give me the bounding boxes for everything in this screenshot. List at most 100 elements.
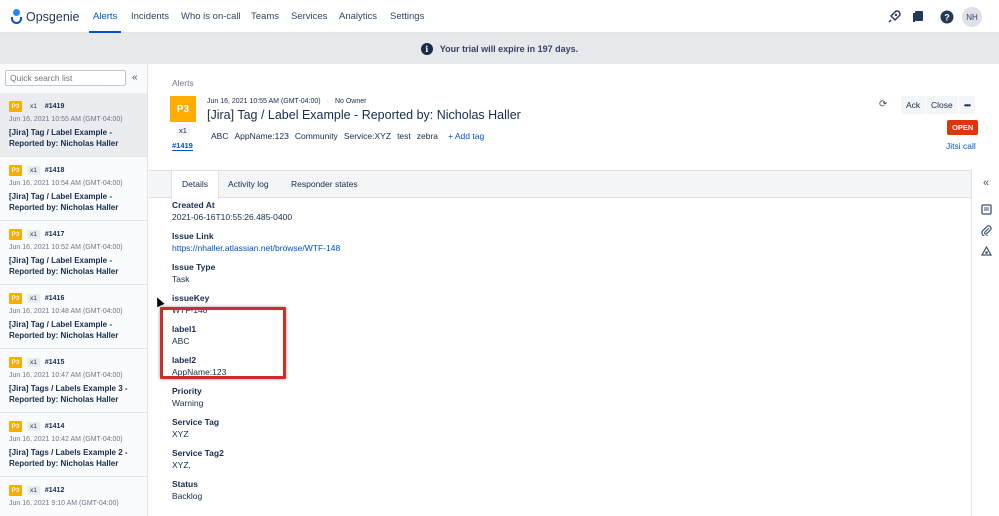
detail-field: Service Tag2 XYZ, — [172, 448, 224, 470]
count-badge: x1 — [27, 230, 40, 239]
field-label: issueKey — [172, 293, 210, 303]
nav-settings[interactable]: Settings — [390, 0, 424, 33]
alert-list-item[interactable]: P3 x1 #1415 Jun 16, 2021 10:47 AM (GMT-04:… — [0, 349, 147, 413]
tab-responder-states[interactable]: Responder states — [291, 171, 358, 198]
opsgenie-logo-icon — [11, 8, 22, 25]
alert-list-item[interactable]: P3 x1 #1412 Jun 16, 2021 9:10 AM (GMT-04:0… — [0, 477, 147, 516]
priority-badge: P3 — [9, 165, 22, 176]
detail-field: Service Tag XYZ — [172, 417, 219, 439]
alert-count-badge: x1 — [176, 125, 190, 136]
meta-separator: · — [326, 98, 329, 105]
alert-date: Jun 16, 2021 10:48 AM (GMT-04:00) — [9, 308, 123, 315]
notes-icon[interactable] — [979, 202, 993, 216]
collapse-sidebar-icon[interactable]: « — [132, 72, 138, 83]
trial-banner: i Your trial will expire in 197 days. — [0, 33, 999, 64]
alert-number: #1412 — [44, 487, 65, 494]
alert-detail-main: Alerts P3 x1 #1419 Jun 16, 2021 10:55 AM… — [149, 64, 999, 516]
alert-date: Jun 16, 2021 10:42 AM (GMT-04:00) — [9, 436, 123, 443]
field-label: Issue Link — [172, 231, 214, 241]
tag-item[interactable]: Community — [295, 131, 338, 141]
tab-activity-log[interactable]: Activity log — [228, 171, 269, 198]
jitsi-call-link[interactable]: Jitsi call — [946, 141, 976, 151]
alert-date: Jun 16, 2021 10:52 AM (GMT-04:00) — [9, 244, 123, 251]
alert-created-date: Jun 16, 2021 10:55 AM (GMT-04:00) — [207, 98, 321, 105]
top-navigation: Opsgenie Alerts Incidents Who is on-call… — [0, 0, 999, 33]
alert-number: #1414 — [44, 423, 65, 430]
alert-title: [Jira] Tag / Label Example - Reported by… — [9, 128, 119, 148]
field-value: XYZ — [172, 429, 189, 439]
priority-badge: P3 — [9, 293, 22, 304]
field-value: Warning — [172, 398, 204, 408]
svg-text:?: ? — [944, 12, 950, 22]
breadcrumb[interactable]: Alerts — [172, 78, 194, 88]
nav-analytics[interactable]: Analytics — [339, 0, 377, 33]
ack-button[interactable]: Ack — [901, 96, 926, 114]
tag-item[interactable]: AppName:123 — [234, 131, 288, 141]
count-badge: x1 — [27, 358, 40, 367]
alert-number-link[interactable]: #1419 — [172, 141, 193, 151]
priority-badge: P3 — [9, 357, 22, 368]
alert-title: [Jira] Tag / Label Example - Reported by… — [9, 320, 119, 340]
status-badge: OPEN — [947, 120, 979, 135]
nav-teams[interactable]: Teams — [251, 0, 279, 33]
nav-alerts[interactable]: Alerts — [88, 0, 122, 33]
opsgenie-logo[interactable]: Opsgenie — [11, 8, 80, 25]
alert-number: #1418 — [44, 167, 65, 174]
detail-tabs: Details Activity log Responder states — [149, 171, 971, 199]
priority-badge: P3 — [9, 485, 22, 496]
alert-title: [Jira] Tag / Label Example - Reported by… — [9, 192, 119, 212]
info-icon: i — [420, 42, 433, 55]
app-name: Opsgenie — [26, 9, 80, 24]
tab-details[interactable]: Details — [171, 171, 219, 199]
nav-incidents[interactable]: Incidents — [131, 0, 169, 33]
right-rail: « — [971, 170, 999, 516]
alert-list-item[interactable]: P3 x1 #1417 Jun 16, 2021 10:52 AM (GMT-04:… — [0, 221, 147, 285]
tag-item[interactable]: Service:XYZ — [344, 131, 391, 141]
count-badge: x1 — [27, 486, 40, 495]
nav-services[interactable]: Services — [291, 0, 327, 33]
highlight-annotation — [160, 307, 286, 379]
quick-search-input[interactable] — [5, 70, 126, 86]
user-avatar[interactable]: NH — [962, 7, 982, 27]
detail-field: Issue Type Task — [172, 262, 215, 284]
expand-panel-icon[interactable]: « — [979, 176, 993, 190]
issue-link[interactable]: https://nhaller.atlassian.net/browse/WTF… — [172, 243, 340, 253]
field-label: Issue Type — [172, 262, 216, 272]
alert-meta: Jun 16, 2021 10:55 AM (GMT-04:00) · No O… — [207, 98, 366, 105]
attachment-icon[interactable] — [979, 223, 993, 237]
book-icon[interactable] — [910, 8, 927, 25]
responders-icon[interactable] — [979, 244, 993, 258]
alert-number: #1415 — [44, 359, 65, 366]
more-actions-button[interactable]: ••• — [959, 96, 975, 114]
help-icon[interactable]: ? — [938, 8, 955, 25]
detail-field: Status Backlog — [172, 479, 202, 501]
alert-list-item[interactable]: P3 x1 #1418 Jun 16, 2021 10:54 AM (GMT-04:… — [0, 157, 147, 221]
count-badge: x1 — [27, 102, 40, 111]
alert-priority-badge[interactable]: P3 — [170, 96, 196, 122]
field-value: 2021-06-16T10:55:26.485-0400 — [172, 212, 293, 222]
alert-list-item[interactable]: P3 x1 #1416 Jun 16, 2021 10:48 AM (GMT-04:… — [0, 285, 147, 349]
close-button[interactable]: Close — [926, 96, 958, 114]
detail-field: Priority Warning — [172, 386, 203, 408]
alert-owner[interactable]: No Owner — [335, 98, 367, 105]
priority-badge: P3 — [9, 421, 22, 432]
rocket-icon[interactable] — [885, 8, 902, 25]
alert-list-item[interactable]: P3 x1 #1414 Jun 16, 2021 10:42 AM (GMT-04:… — [0, 413, 147, 477]
alert-list-item[interactable]: P3 x1 #1419 Jun 16, 2021 10:55 AM (GMT-04:… — [0, 93, 147, 157]
add-tag-link[interactable]: + Add tag — [448, 131, 484, 141]
detail-field: Created At 2021-06-16T10:55:26.485-0400 — [172, 200, 292, 222]
alert-date: Jun 16, 2021 9:10 AM (GMT-04:00) — [9, 500, 119, 507]
tag-item[interactable]: test — [397, 131, 411, 141]
alert-title: [Jira] Tags / Labels Example 3 - Reporte… — [9, 384, 128, 404]
tag-item[interactable]: zebra — [417, 131, 438, 141]
alert-date: Jun 16, 2021 10:47 AM (GMT-04:00) — [9, 372, 123, 379]
alert-number: #1419 — [44, 103, 65, 110]
nav-who-is-on-call[interactable]: Who is on-call — [181, 0, 241, 33]
tag-item[interactable]: ABC — [211, 131, 228, 141]
field-label: Created At — [172, 200, 215, 210]
count-badge: x1 — [27, 422, 40, 431]
field-value: XYZ, — [172, 460, 191, 470]
refresh-icon[interactable]: ⟳ — [879, 99, 887, 110]
count-badge: x1 — [27, 166, 40, 175]
field-value: Backlog — [172, 491, 203, 501]
